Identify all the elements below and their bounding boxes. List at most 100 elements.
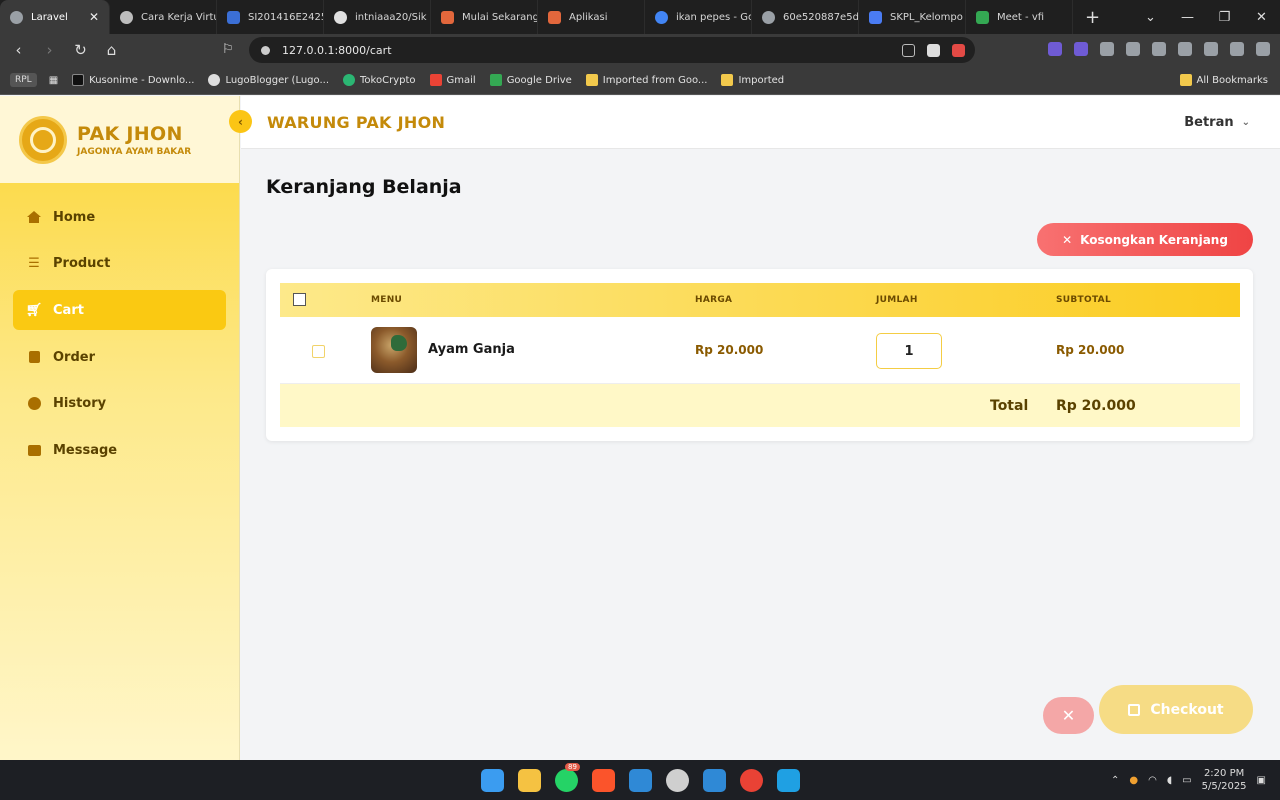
sidebar-item-order[interactable]: Order	[13, 337, 226, 377]
bookmark-google-drive[interactable]: Google Drive	[489, 74, 572, 86]
brand-logo	[19, 115, 67, 164]
leo-icon[interactable]	[1204, 42, 1218, 56]
close-icon[interactable]: ✕	[89, 10, 99, 24]
sidebar-icon[interactable]	[1152, 42, 1166, 56]
table-row: Ayam Ganja Rp 20.000 1 Rp 20.000	[280, 317, 1240, 384]
bookmark-label: Imported	[738, 74, 785, 86]
shop-title: WARUNG PAK JHON	[267, 112, 446, 132]
sidebar-item-product[interactable]: ☰ Product	[13, 244, 226, 284]
bookmark-tokocrypto[interactable]: TokoCrypto	[343, 74, 416, 86]
formula-icon[interactable]	[1100, 42, 1114, 56]
bookmark-icon[interactable]: ⚐	[222, 42, 234, 57]
tab-github[interactable]: intniaaa20/Sik	[324, 0, 431, 34]
tab-label: ikan pepes - Go	[676, 11, 752, 23]
sidebar-collapse-button[interactable]: ‹	[229, 110, 252, 133]
tab-search-icon[interactable]: ⌄	[1132, 10, 1169, 25]
new-tab-button[interactable]: +	[1073, 7, 1112, 28]
tab-meet[interactable]: Meet - vfi	[966, 0, 1073, 34]
all-bookmarks[interactable]: All Bookmarks	[1179, 74, 1268, 86]
meet-icon	[976, 10, 989, 24]
bookmark-favicon-icon	[343, 74, 356, 86]
checkout-button[interactable]: Checkout	[1099, 685, 1253, 734]
bookmark-imported[interactable]: Imported	[721, 74, 784, 86]
page-title: Keranjang Belanja	[266, 176, 462, 198]
column-header-subtotal: SUBTOTAL	[1056, 295, 1111, 305]
volume-icon[interactable]: ◖	[1167, 775, 1172, 786]
apps-icon[interactable]: ▦	[49, 75, 58, 86]
vpn-icon[interactable]	[1230, 42, 1244, 56]
clear-cart-button[interactable]: ✕ Kosongkan Keranjang	[1037, 223, 1253, 256]
row-checkbox[interactable]	[312, 345, 325, 358]
file-explorer-icon[interactable]	[518, 769, 541, 792]
sidebar-item-history[interactable]: History	[13, 384, 226, 424]
system-tray: ⌃ ● ◠ ◖ ▭ 2:20 PM 5/5/2025 ▣	[1111, 760, 1266, 800]
site-info-icon[interactable]	[261, 45, 270, 55]
checkout-label: Checkout	[1150, 701, 1224, 718]
docs-icon	[869, 10, 882, 24]
bookmark-kusonime[interactable]: Kusonime - Downlo...	[72, 74, 194, 86]
forward-icon[interactable]: ›	[37, 41, 62, 59]
gear-icon[interactable]	[1074, 42, 1088, 56]
address-bar[interactable]: 127.0.0.1:8000/cart	[249, 37, 975, 63]
bookmark-lugoblogger[interactable]: LugoBlogger (Lugo...	[208, 74, 329, 86]
extensions-area	[1048, 42, 1270, 56]
reload-icon[interactable]: ↻	[68, 41, 93, 59]
tab-si201416[interactable]: SI201416E2425	[217, 0, 324, 34]
tab-cara-kerja[interactable]: Cara Kerja Virtu	[110, 0, 217, 34]
sidebar-item-message[interactable]: Message	[13, 430, 226, 470]
bookmark-imported-google[interactable]: Imported from Goo...	[585, 74, 708, 86]
rewards-icon[interactable]	[952, 43, 965, 57]
taskbar-apps: 89	[481, 763, 800, 792]
share-icon[interactable]	[902, 43, 915, 57]
app-icon[interactable]	[703, 769, 726, 792]
select-all-checkbox[interactable]	[293, 293, 306, 306]
product-price: Rp 20.000	[695, 343, 764, 357]
whatsapp-icon[interactable]: 89	[555, 763, 580, 792]
sidebar-item-home[interactable]: Home	[13, 197, 226, 237]
puzzle-icon[interactable]	[1126, 42, 1140, 56]
app-icon[interactable]	[777, 769, 800, 792]
brave-shield-icon[interactable]	[927, 43, 940, 57]
tab-60e520887[interactable]: 60e520887e5d	[752, 0, 859, 34]
bag-icon	[27, 350, 41, 364]
app-icon[interactable]	[666, 769, 689, 792]
close-icon: ✕	[1061, 706, 1076, 725]
sidebar-item-cart[interactable]: 🛒︎ Cart	[13, 290, 226, 331]
tab-laravel[interactable]: Laravel ✕	[0, 0, 110, 34]
clock-icon	[27, 397, 41, 411]
column-header-harga: HARGA	[695, 295, 733, 305]
globe-icon	[10, 10, 23, 24]
gmail-icon	[429, 74, 442, 86]
chevron-up-icon[interactable]: ⌃	[1111, 775, 1119, 786]
battery-icon[interactable]: ▭	[1182, 775, 1191, 786]
tab-mulai-sekarang[interactable]: Mulai Sekarang	[431, 0, 538, 34]
minimize-icon[interactable]: —	[1169, 10, 1206, 25]
menu-icon[interactable]	[1256, 42, 1270, 56]
chrome-icon[interactable]	[740, 769, 763, 792]
bookmark-label: Imported from Goo...	[602, 74, 708, 86]
quantity-input[interactable]: 1	[876, 333, 942, 369]
clock[interactable]: 2:20 PM 5/5/2025	[1202, 767, 1247, 793]
chevron-down-icon: ⌄	[1241, 116, 1250, 128]
bookmark-rpl[interactable]: RPL	[10, 73, 37, 87]
tab-aplikasi[interactable]: Aplikasi	[538, 0, 645, 34]
wifi-icon[interactable]: ◠	[1148, 775, 1157, 786]
maximize-icon[interactable]: ❐	[1206, 10, 1243, 25]
window-close-icon[interactable]: ✕	[1243, 10, 1280, 25]
home-page-icon[interactable]: ⌂	[99, 41, 124, 59]
tab-ikan-pepes[interactable]: ikan pepes - Go	[645, 0, 752, 34]
tab-skpl[interactable]: SKPL_Kelompo	[859, 0, 966, 34]
brave-icon[interactable]	[592, 769, 615, 792]
notification-icon[interactable]: ▣	[1257, 775, 1266, 786]
google-icon	[655, 10, 668, 24]
extension-badge-icon[interactable]	[1048, 42, 1062, 56]
microphone-icon[interactable]: ●	[1129, 775, 1138, 786]
back-icon[interactable]: ‹	[6, 41, 31, 59]
wallet-icon[interactable]	[1178, 42, 1192, 56]
tab-label: SI201416E2425	[248, 11, 324, 23]
close-floating-button[interactable]: ✕	[1043, 697, 1094, 734]
vscode-icon[interactable]	[629, 769, 652, 792]
windows-start-icon[interactable]	[481, 769, 504, 792]
bookmark-gmail[interactable]: Gmail	[429, 74, 476, 86]
user-menu[interactable]: Betran ⌄	[1184, 115, 1250, 130]
